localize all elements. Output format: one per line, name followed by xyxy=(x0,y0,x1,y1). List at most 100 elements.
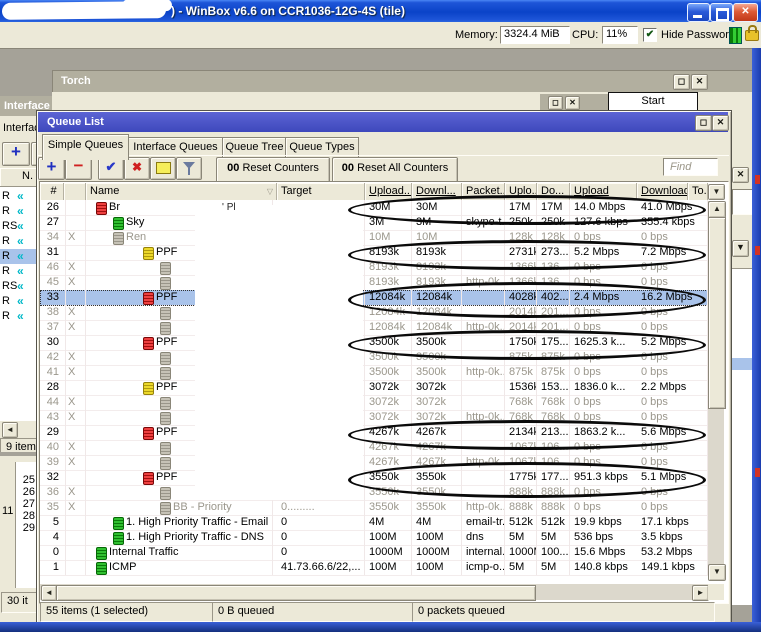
interface-flag: RS xyxy=(2,220,18,232)
table-cell: 875k xyxy=(505,365,537,380)
queue-list-close-button[interactable]: ✕ xyxy=(712,115,729,131)
find-input[interactable] xyxy=(663,158,718,176)
table-cell: 8193k xyxy=(412,260,462,275)
table-row[interactable]: 33 12084k 12084k 4028k 402... 2.4 Mbps 16.2 Mb… xyxy=(40,290,708,306)
remove-queue-button[interactable]: − xyxy=(65,157,92,180)
interface-list-tab[interactable]: Interfac xyxy=(3,122,36,134)
table-row[interactable]: 41 X 3500k 3500k http-0k... 875k 875k 0 bps 0 bp… xyxy=(40,365,708,381)
interface-row[interactable]: R « xyxy=(0,249,36,264)
table-row[interactable]: 001000M1000Minternal...1000M100...15.6 M… xyxy=(40,545,708,561)
table-cell: 100... xyxy=(537,545,570,560)
close-icon[interactable]: ✕ xyxy=(565,96,580,110)
close-button[interactable]: ✕ xyxy=(733,3,758,22)
table-row[interactable]: 39 X 4267k 4267k http-0k... 1067k 106... 0 bps 0… xyxy=(40,455,708,471)
scroll-right-button[interactable]: ► xyxy=(692,585,709,601)
table-cell: 34 xyxy=(40,230,66,245)
enable-button[interactable]: ✔ xyxy=(98,157,124,180)
tab-simple-queues[interactable]: Simple Queues xyxy=(42,134,129,160)
interface-row[interactable]: R « xyxy=(0,204,36,219)
reset-all-counters-button[interactable]: 00 Reset All Counters xyxy=(332,157,458,184)
scroll-up-button[interactable]: ▲ xyxy=(708,201,726,218)
table-row[interactable]: 28 3072k 3072k 1536k 153... 1836.0 k... 2.2 Mb… xyxy=(40,380,708,396)
table-row[interactable]: 42 X 3500k 3500k 875k 875k 0 bps 0 bps xyxy=(40,350,708,366)
table-cell: 32 xyxy=(40,470,66,485)
table-cell: 213... xyxy=(537,425,570,440)
queue-name-label: Sky xyxy=(126,216,145,228)
table-cell: 10M xyxy=(412,230,462,245)
table-cell: X xyxy=(64,260,86,275)
interface-flag: R xyxy=(2,295,10,307)
interface-row[interactable]: R « xyxy=(0,234,36,249)
table-row[interactable]: 4 0 100M 100M dns 5M 5M 536 bps 3.5 kbps 1. High … xyxy=(40,530,708,546)
table-row[interactable]: 46 X 8193k 8193k 1366k 136... 0 bps 0 bps xyxy=(40,260,708,276)
interface-row[interactable]: R « xyxy=(0,294,36,309)
table-cell: 3500k xyxy=(412,335,462,350)
table-cell xyxy=(688,320,708,335)
disable-button[interactable]: ✖ xyxy=(124,157,150,180)
table-row[interactable]: 38 X 12084k 12084k 2014k 201... 0 bps 0 bps xyxy=(40,305,708,321)
table-row[interactable]: 43 X 3072k 3072k http-0k... 768k 768k 0 bps 0 bp… xyxy=(40,410,708,426)
queue-icon-red xyxy=(143,427,154,440)
table-row[interactable]: 29 4267k 4267k 2134k 213... 1863.2 k... 5.6 Mb… xyxy=(40,425,708,441)
padlock-icon xyxy=(745,25,759,41)
chevron-down-icon[interactable]: ▼ xyxy=(732,240,749,257)
table-row[interactable]: 44 X 3072k 3072k 768k 768k 0 bps 0 bps xyxy=(40,395,708,411)
filter-button[interactable] xyxy=(176,157,202,180)
table-row[interactable]: 273M3Mskype-t...250k250k127.6 kbps355.4 … xyxy=(40,215,708,231)
queue-icon-gray xyxy=(160,457,171,470)
table-cell xyxy=(64,560,86,575)
table-cell: 4M xyxy=(365,515,412,530)
background-input[interactable] xyxy=(732,189,752,215)
horizontal-scroll-thumb[interactable] xyxy=(56,585,536,601)
table-row[interactable]: 30 3500k 3500k 1750k 175... 1625.3 k... 5.2 Mb… xyxy=(40,335,708,351)
table-row[interactable]: 35 X 0......... 3550k 3550k http-0k... 888k 888… xyxy=(40,500,708,516)
column-select-dropdown[interactable]: ▼ xyxy=(708,184,725,200)
scroll-left-button[interactable]: ◄ xyxy=(41,585,57,601)
maximize-icon[interactable]: ◻ xyxy=(548,96,563,110)
torch-titlebar[interactable]: Torch ◻ ✕ xyxy=(52,70,755,94)
scroll-left-button[interactable]: ◄ xyxy=(2,422,18,438)
table-cell: http-0k... xyxy=(462,275,505,290)
queue-name-label: PPF xyxy=(156,471,178,483)
reset-counters-button[interactable]: 00 Reset Counters xyxy=(216,157,330,184)
vertical-scroll-thumb[interactable] xyxy=(708,217,726,409)
add-button[interactable]: + xyxy=(2,142,30,166)
interface-row[interactable]: RS « xyxy=(0,219,36,234)
close-icon[interactable]: ✕ xyxy=(732,167,749,183)
scroll-down-button[interactable]: ▼ xyxy=(708,564,726,581)
table-cell: 46 xyxy=(40,260,66,275)
table-row[interactable]: 31 8193k 8193k 2731k 273... 5.2 Mbps 7.2 Mbps P… xyxy=(40,245,708,261)
reset-all-label: Reset All Counters xyxy=(357,162,449,174)
comment-button[interactable] xyxy=(150,157,176,180)
table-cell: 5.2 Mbps xyxy=(641,336,687,348)
table-cell: 5M xyxy=(505,530,537,545)
queue-list-titlebar[interactable]: Queue List xyxy=(38,112,728,132)
interface-list-column-header[interactable]: N. xyxy=(0,168,36,188)
table-row[interactable]: 45 X 8193k 8193k http-0k... 1366k 136... 0 bps 0… xyxy=(40,275,708,291)
table-row[interactable]: 26 30M 30M 17M 17M 14.0 Mbps 41.0 Mbps Br xyxy=(40,200,708,216)
table-row[interactable]: 37 X 12084k 12084k http-0k... 2014k 201... 0 bp… xyxy=(40,320,708,336)
table-row[interactable]: 36 X 3550k 3550k 888k 888k 0 bps 0 bps xyxy=(40,485,708,501)
table-row[interactable]: 504M4Memail-tr...512k512k19.9 kbps17.1 k… xyxy=(40,515,708,531)
torch-close-button[interactable]: ✕ xyxy=(691,74,708,90)
torch-maximize-button[interactable]: ◻ xyxy=(673,74,690,90)
interface-row[interactable]: R « xyxy=(0,264,36,279)
table-row[interactable]: 34 X 10M 10M 128k 128k 0 bps 0 bps Ren xyxy=(40,230,708,246)
background-list: 25 26 27 28 29 xyxy=(15,462,36,588)
main-titlebar[interactable]: ) - WinBox v6.6 on CCR1036-12G-4S (tile)… xyxy=(0,0,761,22)
minimize-button[interactable] xyxy=(687,3,710,22)
table-row[interactable]: 32 3550k 3550k 1775k 177... 951.3 kbps 5.1 Mbp… xyxy=(40,470,708,486)
hide-passwords-checkbox[interactable]: ✔ xyxy=(643,28,657,42)
interface-row[interactable]: R « xyxy=(0,309,36,324)
add-queue-button[interactable]: + xyxy=(38,157,65,180)
interface-row[interactable]: R « xyxy=(0,189,36,204)
queue-name-label: PPF xyxy=(156,291,178,303)
table-row[interactable]: 1 41.73.66.6/22,... 100M 100M icmp-o... 5M 5M 1… xyxy=(40,560,708,576)
table-row[interactable]: 40 X 4267k 4267k 1067k 106... 0 bps 0 bps xyxy=(40,440,708,456)
maximize-button[interactable] xyxy=(710,3,733,22)
queue-list-maximize-button[interactable]: ◻ xyxy=(695,115,712,131)
table-cell xyxy=(64,200,86,215)
table-cell xyxy=(64,470,86,485)
table-cell: 3550k xyxy=(365,470,412,485)
interface-row[interactable]: RS « xyxy=(0,279,36,294)
